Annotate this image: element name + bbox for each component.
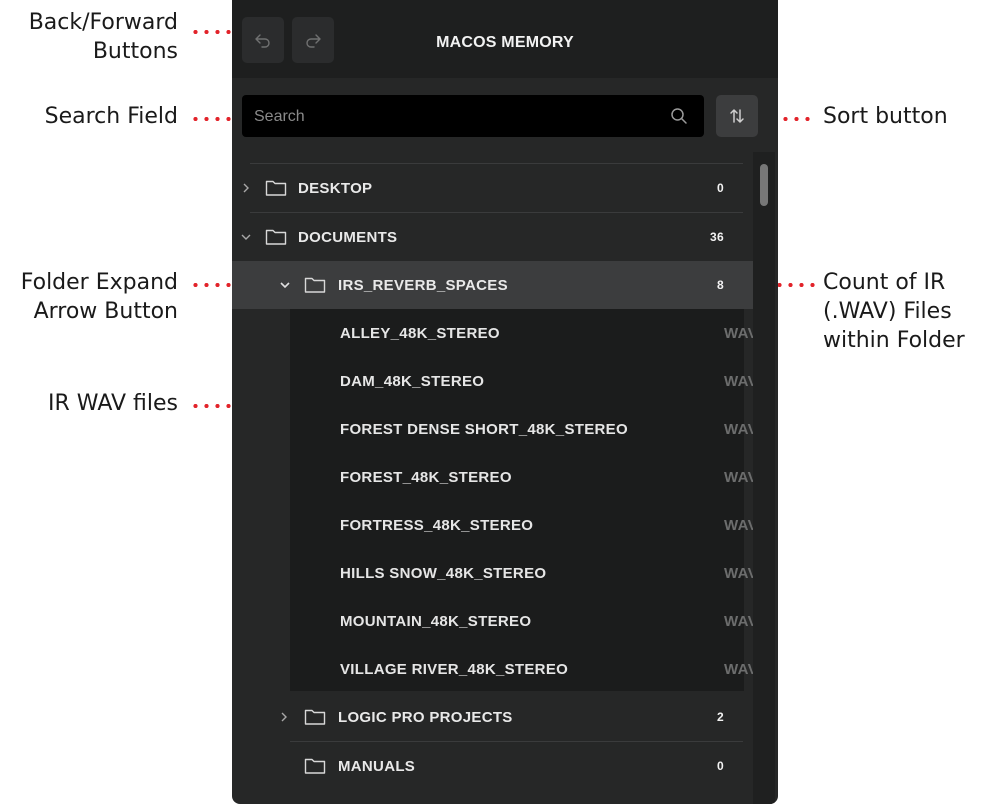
folder-row-irs-reverb-spaces[interactable]: IRS_REVERB_SPACES 8 [232,261,753,309]
sort-arrows-icon [730,109,744,123]
search-row [232,78,778,152]
callout-ir-wav-files: IR WAV files [48,391,178,416]
chevron-down-icon[interactable] [279,279,291,291]
sort-button[interactable] [716,95,758,137]
chevron-right-icon[interactable] [240,182,252,194]
wav-file-item[interactable]: VILLAGE RIVER_48K_STEREO WAV [340,645,778,693]
wav-file-item[interactable]: ALLEY_48K_STEREO WAV [340,309,778,357]
file-name: FOREST DENSE SHORT_48K_STEREO [340,420,628,438]
folder-label: IRS_REVERB_SPACES [338,276,508,294]
window-title: MACOS MEMORY [436,34,574,51]
scrollbar-thumb[interactable] [760,164,768,206]
folder-icon [304,277,326,293]
folder-count: 2 [717,710,724,724]
folder-count: 0 [717,759,724,773]
folder-icon [304,709,326,725]
callout-folder-expand: Folder Expand Arrow Button [21,268,178,326]
folder-row-logic-pro-projects[interactable]: LOGIC PRO PROJECTS 2 [232,693,724,741]
top-bar: MACOS MEMORY [232,0,778,78]
file-name: VILLAGE RIVER_48K_STEREO [340,660,569,678]
search-icon [671,108,687,124]
file-name: FOREST_48K_STEREO [340,468,512,486]
file-browser-panel: MACOS MEMORY DESKTOP 0 [232,0,778,804]
wav-file-item[interactable]: FOREST_48K_STEREO WAV [340,453,778,501]
wav-file-item[interactable]: HILLS SNOW_48K_STEREO WAV [340,549,778,597]
callout-sort-button: Sort button [823,104,948,129]
folder-row-documents[interactable]: DOCUMENTS 36 [232,213,724,261]
folder-label: DESKTOP [298,179,373,197]
callout-line: (.WAV) Files [823,299,952,324]
callout-line: Buttons [92,39,178,64]
wav-file-item[interactable]: DAM_48K_STEREO WAV [340,357,778,405]
folder-row-manuals[interactable]: MANUALS 0 [232,742,724,790]
search-field[interactable] [242,95,704,139]
folder-icon [265,229,287,245]
wav-file-item[interactable]: FOREST DENSE SHORT_48K_STEREO WAV [340,405,778,453]
callout-search-field: Search Field [44,104,178,129]
chevron-right-icon[interactable] [278,711,290,723]
file-name: MOUNTAIN_48K_STEREO [340,612,532,630]
scrollbar-track[interactable] [753,152,775,804]
callout-line: Arrow Button [33,299,178,324]
folder-count: 36 [710,230,724,244]
chevron-down-icon[interactable] [240,231,252,243]
callout-ir-count: Count of IR (.WAV) Files within Folder [823,268,965,355]
file-name: FORTRESS_48K_STEREO [340,516,534,534]
callout-line: within Folder [823,328,965,353]
wav-file-list: ALLEY_48K_STEREO WAV DAM_48K_STEREO WAV FO… [290,309,758,691]
folder-label: LOGIC PRO PROJECTS [338,708,513,726]
folder-count: 8 [717,278,724,292]
folder-label: DOCUMENTS [298,228,398,246]
search-input[interactable] [252,95,656,139]
wav-file-item[interactable]: MOUNTAIN_48K_STEREO WAV [340,597,778,645]
folder-icon [265,180,287,196]
file-name: ALLEY_48K_STEREO [340,324,500,342]
file-name: HILLS SNOW_48K_STEREO [340,564,547,582]
callout-back-forward: Back/Forward Buttons [29,8,178,66]
folder-count: 0 [717,181,724,195]
folder-label: MANUALS [338,757,416,775]
folder-tree: DESKTOP 0 DOCUMENTS 36 IRS_REVERB_SPACES… [232,152,778,804]
folder-row-desktop[interactable]: DESKTOP 0 [232,164,724,212]
callout-line: Back/Forward [28,10,178,35]
callout-line: Count of IR [823,270,946,295]
callout-line: Folder Expand [20,270,178,295]
file-name: DAM_48K_STEREO [340,372,485,390]
wav-file-item[interactable]: FORTRESS_48K_STEREO WAV [340,501,778,549]
folder-icon [304,758,326,774]
